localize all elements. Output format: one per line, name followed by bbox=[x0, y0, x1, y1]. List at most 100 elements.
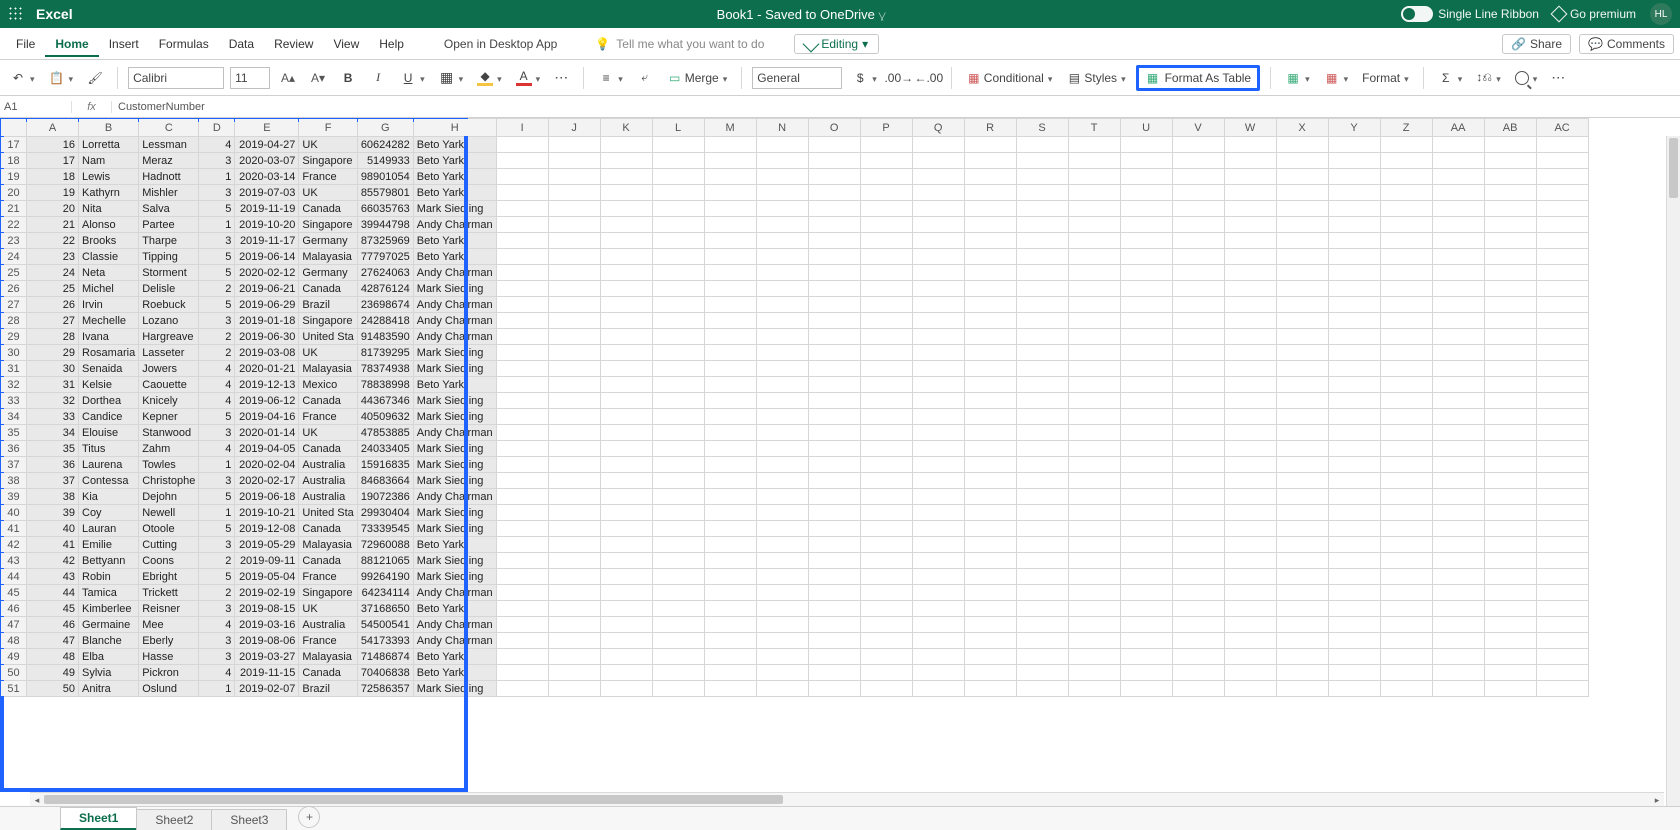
cell[interactable] bbox=[808, 409, 860, 425]
cell[interactable] bbox=[860, 281, 912, 297]
cell[interactable] bbox=[548, 297, 600, 313]
cell[interactable] bbox=[964, 505, 1016, 521]
cell[interactable]: Andy Chairman bbox=[413, 617, 496, 633]
cell[interactable]: 2 bbox=[199, 553, 235, 569]
cell[interactable] bbox=[808, 377, 860, 393]
cell[interactable] bbox=[1068, 377, 1120, 393]
cell[interactable]: Beto Yark bbox=[413, 249, 496, 265]
cell[interactable]: 2020-01-21 bbox=[235, 361, 299, 377]
cell[interactable] bbox=[704, 345, 756, 361]
cell[interactable] bbox=[1276, 505, 1328, 521]
cell[interactable] bbox=[756, 169, 808, 185]
cell[interactable] bbox=[1172, 601, 1224, 617]
cell[interactable] bbox=[704, 265, 756, 281]
cell[interactable] bbox=[1328, 345, 1380, 361]
cell[interactable] bbox=[704, 617, 756, 633]
cell[interactable] bbox=[600, 441, 652, 457]
cell[interactable] bbox=[1432, 297, 1484, 313]
cell[interactable]: Alonso bbox=[79, 217, 139, 233]
cell[interactable]: 27624063 bbox=[357, 265, 413, 281]
cell[interactable] bbox=[964, 489, 1016, 505]
cell[interactable] bbox=[1120, 521, 1172, 537]
cell[interactable]: 2 bbox=[199, 585, 235, 601]
cell[interactable]: Canada bbox=[299, 553, 357, 569]
cell[interactable] bbox=[808, 553, 860, 569]
cell[interactable]: Anitra bbox=[79, 681, 139, 697]
cell[interactable] bbox=[964, 425, 1016, 441]
cell[interactable] bbox=[1172, 137, 1224, 153]
cell[interactable] bbox=[548, 601, 600, 617]
cell[interactable] bbox=[1276, 441, 1328, 457]
cell[interactable] bbox=[1536, 297, 1588, 313]
cell[interactable]: 2019-01-18 bbox=[235, 313, 299, 329]
cell[interactable]: Mee bbox=[139, 617, 199, 633]
cell[interactable]: 2019-04-16 bbox=[235, 409, 299, 425]
cell[interactable]: 40509632 bbox=[357, 409, 413, 425]
col-header[interactable]: M bbox=[704, 119, 756, 137]
cell[interactable]: Elouise bbox=[79, 425, 139, 441]
cell[interactable] bbox=[860, 489, 912, 505]
cell[interactable] bbox=[860, 329, 912, 345]
cell[interactable] bbox=[704, 297, 756, 313]
cell[interactable] bbox=[964, 649, 1016, 665]
cell[interactable] bbox=[1016, 441, 1068, 457]
row-header[interactable]: 45 bbox=[1, 585, 27, 601]
tab-file[interactable]: File bbox=[6, 31, 45, 57]
cell[interactable] bbox=[1432, 425, 1484, 441]
cell[interactable] bbox=[1016, 233, 1068, 249]
cell[interactable] bbox=[964, 265, 1016, 281]
cell[interactable] bbox=[1224, 585, 1276, 601]
cell[interactable] bbox=[1120, 617, 1172, 633]
cell[interactable]: Lauran bbox=[79, 521, 139, 537]
cell[interactable]: Malayasia bbox=[299, 249, 357, 265]
cell[interactable] bbox=[1120, 473, 1172, 489]
cell[interactable] bbox=[1172, 265, 1224, 281]
autosum-button[interactable]: Σ bbox=[1434, 68, 1467, 88]
cell[interactable]: 16 bbox=[27, 137, 79, 153]
cell[interactable] bbox=[1536, 233, 1588, 249]
cell[interactable] bbox=[1068, 537, 1120, 553]
single-line-toggle[interactable]: Single Line Ribbon bbox=[1401, 6, 1539, 22]
cell[interactable] bbox=[1484, 505, 1536, 521]
cell[interactable] bbox=[964, 441, 1016, 457]
cell[interactable] bbox=[964, 281, 1016, 297]
cell[interactable] bbox=[860, 377, 912, 393]
cell[interactable]: United Sta bbox=[299, 329, 357, 345]
cell[interactable] bbox=[912, 537, 964, 553]
borders-button[interactable] bbox=[435, 68, 468, 88]
cell[interactable]: Mechelle bbox=[79, 313, 139, 329]
format-painter-button[interactable]: 🖌 bbox=[83, 68, 107, 88]
cell[interactable] bbox=[1224, 345, 1276, 361]
cell[interactable] bbox=[600, 409, 652, 425]
cell[interactable] bbox=[600, 649, 652, 665]
cell[interactable] bbox=[1484, 201, 1536, 217]
cell[interactable] bbox=[600, 345, 652, 361]
cell[interactable] bbox=[1016, 521, 1068, 537]
cell[interactable] bbox=[1276, 137, 1328, 153]
cell[interactable] bbox=[1016, 473, 1068, 489]
cell[interactable] bbox=[652, 505, 704, 521]
cell[interactable] bbox=[1380, 649, 1432, 665]
cell[interactable]: 2 bbox=[199, 329, 235, 345]
cell[interactable] bbox=[860, 473, 912, 489]
cell[interactable]: 3 bbox=[199, 313, 235, 329]
cell[interactable]: Towles bbox=[139, 457, 199, 473]
cell[interactable] bbox=[1536, 601, 1588, 617]
cell[interactable] bbox=[1224, 441, 1276, 457]
cell[interactable] bbox=[1120, 601, 1172, 617]
cell[interactable] bbox=[964, 393, 1016, 409]
cell[interactable] bbox=[1224, 313, 1276, 329]
cell[interactable] bbox=[860, 153, 912, 169]
cell[interactable] bbox=[1224, 601, 1276, 617]
cell[interactable] bbox=[1432, 505, 1484, 521]
cell[interactable] bbox=[1432, 457, 1484, 473]
cell[interactable] bbox=[912, 457, 964, 473]
cell[interactable] bbox=[756, 665, 808, 681]
cell[interactable] bbox=[1120, 681, 1172, 697]
cell[interactable]: 4 bbox=[199, 137, 235, 153]
cell[interactable] bbox=[1224, 201, 1276, 217]
col-header[interactable]: J bbox=[548, 119, 600, 137]
cell[interactable] bbox=[964, 569, 1016, 585]
cell[interactable] bbox=[704, 361, 756, 377]
cell[interactable] bbox=[964, 457, 1016, 473]
